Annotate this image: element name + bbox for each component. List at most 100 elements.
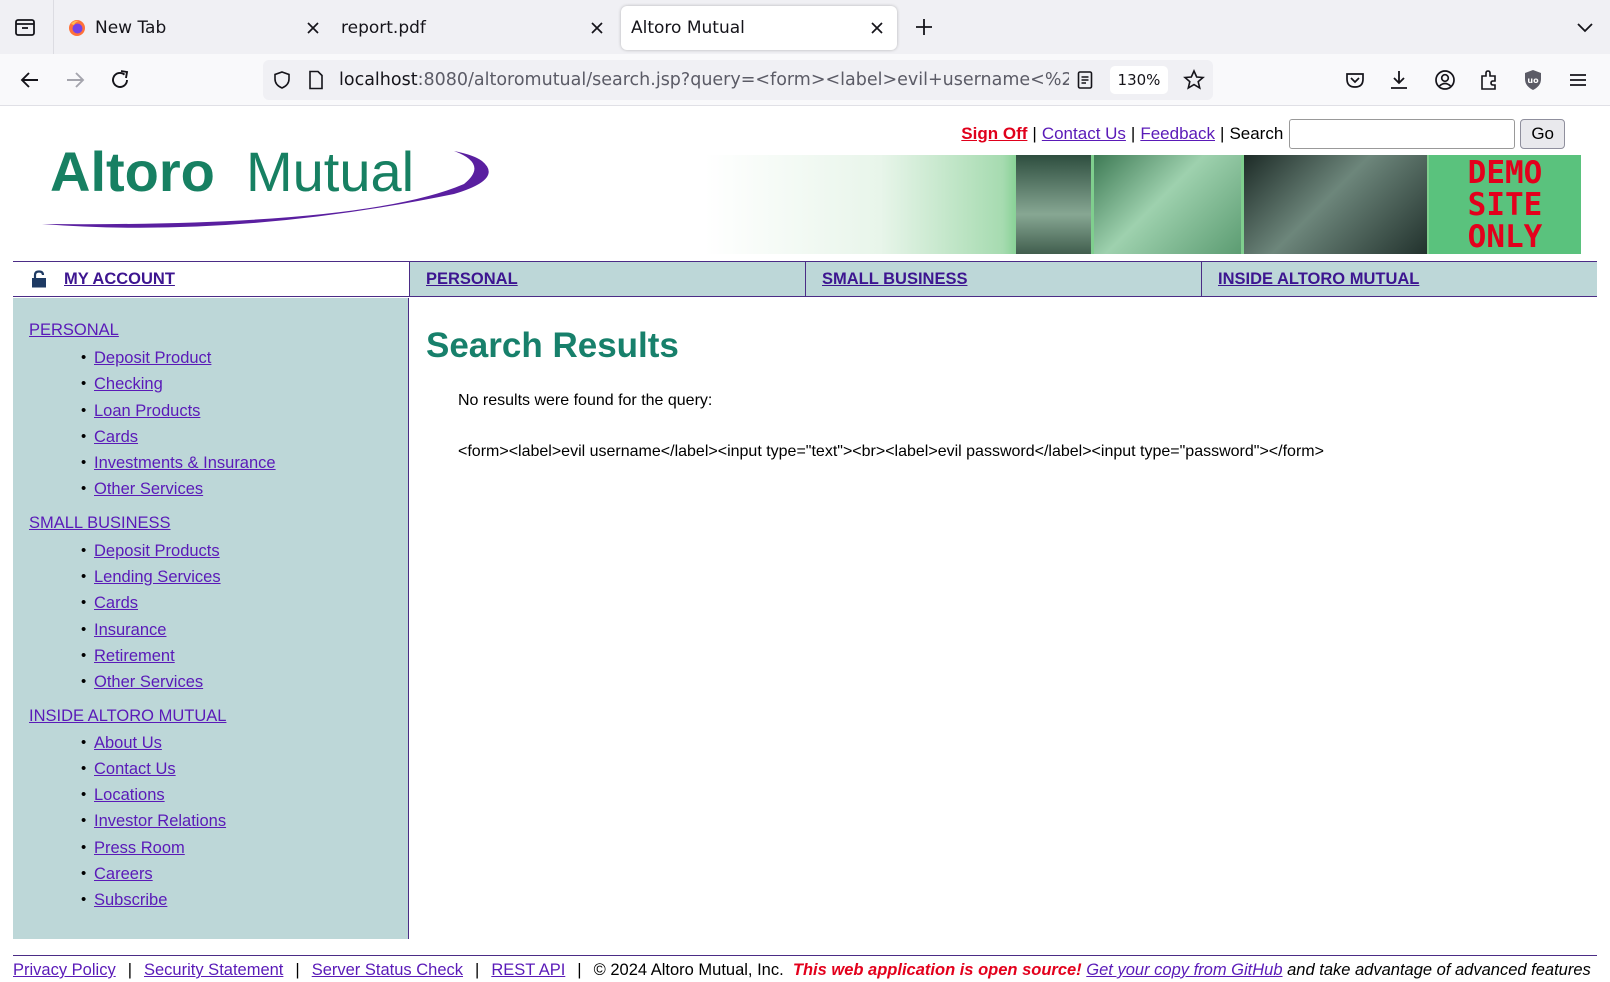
sidebar-link[interactable]: Investor Relations: [94, 812, 226, 830]
sidebar-link[interactable]: Lending Services: [94, 568, 221, 586]
separator: |: [127, 961, 132, 979]
sidebar-heading[interactable]: INSIDE ALTORO MUTUAL: [29, 707, 408, 726]
hamburger-menu-icon[interactable]: [1565, 67, 1591, 93]
feedback-link[interactable]: Feedback: [1140, 124, 1215, 144]
sidebar-link[interactable]: Checking: [94, 375, 163, 393]
sidebar-link[interactable]: Press Room: [94, 839, 185, 857]
github-link-text: Get your copy from GitHub: [1086, 961, 1283, 979]
tab-title: Altoro Mutual: [631, 18, 745, 38]
tab-altoro-mutual[interactable]: Altoro Mutual: [621, 6, 897, 50]
forward-arrow-icon[interactable]: [62, 67, 88, 93]
sidebar-link[interactable]: Deposit Product: [94, 349, 211, 367]
back-arrow-icon[interactable]: [17, 67, 43, 93]
browser-nav-bar: localhost:8080/altoromutual/search.jsp?q…: [0, 54, 1610, 106]
sidebar-link[interactable]: Loan Products: [94, 402, 200, 420]
tab-list-icon[interactable]: [12, 14, 38, 40]
top-links-bar: Sign Off | Contact Us | Feedback | Searc…: [961, 119, 1565, 149]
demo-line: SITE: [1467, 187, 1543, 223]
contact-us-link[interactable]: Contact Us: [1042, 124, 1126, 144]
page-icon[interactable]: [307, 70, 325, 90]
bookmark-star-icon[interactable]: [1183, 69, 1205, 91]
url-path: :8080/altoromutual/search.jsp?query=<for…: [417, 70, 1069, 90]
sidebar: PERSONAL Deposit Product Checking Loan P…: [13, 298, 409, 939]
browser-tab-bar: New Tab report.pdf Altoro Mutual: [0, 0, 1610, 54]
sidebar-link[interactable]: Subscribe: [94, 891, 167, 909]
sidebar-list: Deposit Products Lending Services Cards …: [81, 538, 408, 696]
server-status-link[interactable]: Server Status Check: [312, 961, 463, 979]
sidebar-link[interactable]: Cards: [94, 594, 138, 612]
small-business-link[interactable]: SMALL BUSINESS: [822, 270, 967, 289]
sidebar-item: Press Room: [81, 835, 408, 862]
tab-title: New Tab: [95, 18, 167, 38]
svg-text:uo: uo: [1527, 76, 1539, 85]
banner-photo-woman: [1016, 155, 1091, 254]
sidebar-heading[interactable]: PERSONAL: [29, 321, 408, 340]
close-tab-icon[interactable]: [588, 19, 606, 37]
sidebar-link[interactable]: Locations: [94, 786, 165, 804]
reload-icon[interactable]: [107, 67, 133, 93]
search-input[interactable]: [1289, 119, 1516, 149]
zoom-level-badge[interactable]: 130%: [1110, 66, 1168, 94]
close-tab-icon[interactable]: [304, 19, 322, 37]
sidebar-item: Investments & Insurance: [81, 450, 408, 477]
sidebar-link[interactable]: Investments & Insurance: [94, 454, 276, 472]
account-icon[interactable]: [1432, 67, 1458, 93]
chevron-down-icon[interactable]: [1574, 16, 1596, 38]
sidebar-link[interactable]: Cards: [94, 428, 138, 446]
privacy-policy-link[interactable]: Privacy Policy: [13, 961, 116, 979]
url-text[interactable]: localhost:8080/altoromutual/search.jsp?q…: [339, 70, 1069, 90]
sidebar-item: Other Services: [81, 669, 408, 696]
sidebar-item: Cards: [81, 424, 408, 451]
personal-link[interactable]: PERSONAL: [426, 270, 518, 289]
footer-tail-text: and take advantage of advanced features: [1287, 961, 1591, 979]
demo-line: DEMO: [1467, 155, 1543, 191]
sidebar-link[interactable]: Contact Us: [94, 760, 176, 778]
tab-title: report.pdf: [341, 18, 426, 38]
sidebar-link[interactable]: Insurance: [94, 621, 166, 639]
ublock-shield-icon[interactable]: uo: [1520, 67, 1546, 93]
new-tab-plus-icon[interactable]: [912, 15, 936, 39]
main-content: Search Results No results were found for…: [409, 298, 1597, 939]
tab-report-pdf[interactable]: report.pdf: [332, 6, 604, 50]
url-host: localhost: [339, 70, 418, 90]
search-query-text: <form><label>evil username</label><input…: [458, 443, 1324, 460]
sign-off-link[interactable]: Sign Off: [961, 124, 1027, 144]
my-account-link[interactable]: MY ACCOUNT: [64, 270, 175, 289]
extensions-icon[interactable]: [1476, 67, 1502, 93]
sidebar-list: About Us Contact Us Locations Investor R…: [81, 730, 408, 914]
shield-icon[interactable]: [272, 70, 292, 90]
tab-new-tab[interactable]: New Tab: [58, 6, 330, 50]
github-link[interactable]: Get your copy from GitHub: [1086, 961, 1282, 979]
sidebar-item: Contact Us: [81, 756, 408, 783]
sidebar-link[interactable]: About Us: [94, 734, 162, 752]
open-source-notice: This web application is open source!: [792, 961, 1082, 979]
tab-small-business[interactable]: SMALL BUSINESS: [805, 262, 1201, 296]
sidebar-link[interactable]: Other Services: [94, 480, 203, 498]
go-button[interactable]: Go: [1520, 119, 1565, 149]
header-banner: DEMO SITE ONLY: [705, 155, 1581, 254]
page-title: Search Results: [426, 326, 679, 365]
banner-photo-laptop: [1094, 155, 1241, 254]
tab-my-account[interactable]: MY ACCOUNT: [13, 262, 409, 296]
sidebar-item: Subscribe: [81, 887, 408, 914]
inside-altoro-link[interactable]: INSIDE ALTORO MUTUAL: [1218, 270, 1419, 289]
reader-view-icon[interactable]: [1076, 70, 1094, 90]
separator: |: [295, 961, 300, 979]
logo-text-altoro: Altoro: [50, 140, 215, 203]
tab-inside-altoro[interactable]: INSIDE ALTORO MUTUAL: [1201, 262, 1597, 296]
close-tab-icon[interactable]: [868, 19, 886, 37]
security-statement-link[interactable]: Security Statement: [144, 961, 283, 979]
download-icon[interactable]: [1386, 67, 1412, 93]
separator: |: [475, 961, 480, 979]
sidebar-link[interactable]: Careers: [94, 865, 153, 883]
pocket-icon[interactable]: [1342, 67, 1368, 93]
sidebar-item: Insurance: [81, 617, 408, 644]
address-bar[interactable]: localhost:8080/altoromutual/search.jsp?q…: [263, 60, 1213, 100]
rest-api-link[interactable]: REST API: [491, 961, 565, 979]
altoro-mutual-logo[interactable]: Altoro Mutual: [34, 139, 490, 235]
sidebar-link[interactable]: Other Services: [94, 673, 203, 691]
sidebar-link[interactable]: Deposit Products: [94, 542, 220, 560]
tab-personal[interactable]: PERSONAL: [409, 262, 805, 296]
sidebar-heading[interactable]: SMALL BUSINESS: [29, 514, 408, 533]
sidebar-link[interactable]: Retirement: [94, 647, 175, 665]
